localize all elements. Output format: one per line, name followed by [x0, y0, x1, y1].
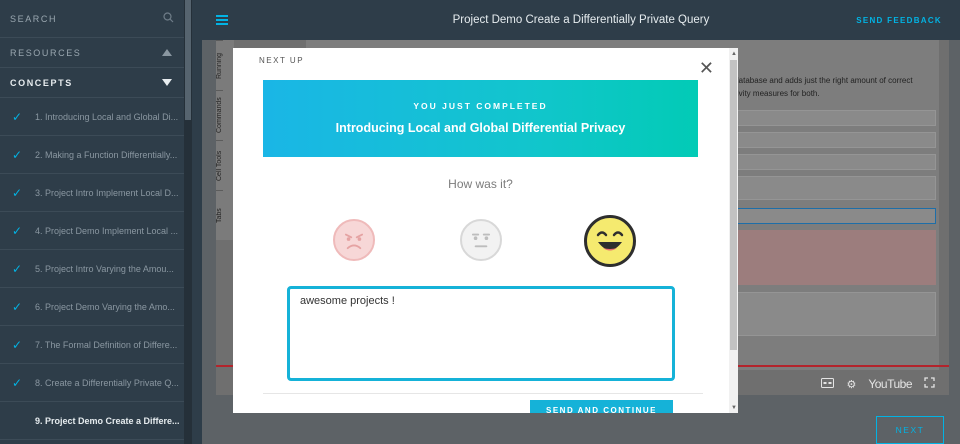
sidebar-resources[interactable]: RESOURCES	[0, 38, 192, 68]
side-tab-commands[interactable]: Commands	[216, 90, 223, 140]
happy-face-icon[interactable]	[584, 215, 636, 267]
checkmark-icon: ✓	[12, 147, 23, 162]
notebook-cell	[731, 132, 936, 148]
next-up-label: NEXT UP	[259, 56, 305, 65]
checkmark-icon: ✓	[12, 185, 23, 200]
lesson-list: ✓ 1. Introducing Local and Global Di... ✓ 2…	[0, 98, 192, 440]
lesson-label: 7. The Formal Definition of Differe...	[35, 339, 178, 350]
side-tab-tabs[interactable]: Tabs	[216, 190, 223, 240]
sidebar-search[interactable]: SEARCH	[0, 0, 192, 38]
notebook-cell	[731, 154, 936, 170]
rating-question: How was it?	[448, 177, 513, 191]
lesson-item[interactable]: ✓ 3. Project Intro Implement Local D...	[0, 174, 192, 212]
lesson-label: 3. Project Intro Implement Local D...	[35, 187, 179, 198]
lesson-label: 6. Project Demo Varying the Amo...	[35, 301, 175, 312]
lesson-item[interactable]: ✓ 6. Project Demo Varying the Amo...	[0, 288, 192, 326]
notebook-cell	[731, 176, 936, 200]
notebook-error-output	[731, 230, 936, 285]
youtube-logo[interactable]: YouTube	[868, 377, 912, 391]
notebook-cell	[731, 110, 936, 126]
lesson-item[interactable]: ✓ 7. The Formal Definition of Differe...	[0, 326, 192, 364]
modal-scrollbar[interactable]: ▲ ▼	[729, 48, 738, 413]
lesson-item[interactable]: ✓ 2. Making a Function Differentially...	[0, 136, 192, 174]
chevron-down-icon	[162, 79, 172, 86]
banner-kicker: YOU JUST COMPLETED	[413, 101, 548, 111]
notebook-text: r the database and adds just the right a…	[716, 76, 913, 98]
settings-gear-icon[interactable]: ⚙	[846, 378, 856, 391]
checkmark-icon: ✓	[12, 337, 23, 352]
neutral-face-icon[interactable]	[460, 219, 502, 261]
scroll-up-arrow-icon[interactable]: ▲	[731, 51, 737, 57]
lesson-label: 8. Create a Differentially Private Q...	[35, 377, 179, 388]
lesson-item[interactable]: ✓ 4. Project Demo Implement Local ...	[0, 212, 192, 250]
lesson-item[interactable]: ✓ 8. Create a Differentially Private Q...	[0, 364, 192, 402]
scroll-down-arrow-icon[interactable]: ▼	[731, 405, 737, 411]
lesson-item[interactable]: ✓ 5. Project Intro Varying the Amou...	[0, 250, 192, 288]
sidebar-concepts[interactable]: CONCEPTS	[0, 68, 192, 98]
checkmark-icon: ✓	[12, 223, 23, 238]
completed-lesson-title: Introducing Local and Global Differentia…	[335, 121, 626, 135]
notebook-cell-selected	[731, 208, 936, 224]
checkmark-icon: ✓	[12, 109, 23, 124]
lesson-label: 2. Making a Function Differentially...	[35, 149, 178, 160]
modal-scrollbar-thumb[interactable]	[730, 60, 737, 350]
resources-label: RESOURCES	[10, 47, 82, 58]
lesson-label: 5. Project Intro Varying the Amou...	[35, 263, 174, 274]
feedback-textarea[interactable]	[287, 286, 675, 381]
lesson-item[interactable]: ✓ 1. Introducing Local and Global Di...	[0, 98, 192, 136]
close-icon[interactable]: ✕	[699, 59, 714, 77]
header: Project Demo Create a Differentially Pri…	[202, 0, 960, 40]
lesson-label: 1. Introducing Local and Global Di...	[35, 111, 179, 122]
sad-face-icon[interactable]	[333, 219, 375, 261]
modal-footer-divider	[263, 393, 703, 394]
concepts-label: CONCEPTS	[10, 77, 73, 88]
side-tab-running[interactable]: Running	[216, 40, 223, 90]
send-feedback-link[interactable]: SEND FEEDBACK	[856, 16, 942, 25]
page-title: Project Demo Create a Differentially Pri…	[452, 14, 710, 26]
notebook-side-tabs: Running Commands Cell Tools Tabs	[216, 40, 234, 240]
checkmark-icon: ✓	[12, 261, 23, 276]
chevron-up-icon	[162, 49, 172, 56]
completion-modal: ✕ YOU JUST COMPLETED Introducing Local a…	[233, 48, 738, 413]
fullscreen-icon[interactable]	[924, 377, 935, 391]
lesson-label: 4. Project Demo Implement Local ...	[35, 225, 179, 236]
checkmark-icon: ✓	[12, 375, 23, 390]
send-and-continue-button[interactable]: SEND AND CONTINUE	[530, 400, 673, 413]
captions-icon[interactable]	[821, 377, 835, 391]
search-icon[interactable]	[163, 12, 174, 25]
video-controls: ⚙ YouTube	[821, 377, 935, 391]
notebook-cell	[731, 292, 936, 336]
side-tab-cell-tools[interactable]: Cell Tools	[216, 140, 223, 190]
scrollbar-thumb[interactable]	[185, 0, 191, 120]
sidebar-scrollbar[interactable]	[184, 0, 192, 444]
lesson-label: 9. Project Demo Create a Differe...	[35, 415, 180, 426]
lesson-item[interactable]: 9. Project Demo Create a Differe...	[0, 402, 192, 440]
search-label: SEARCH	[10, 13, 58, 24]
checkmark-icon: ✓	[12, 299, 23, 314]
completion-banner: YOU JUST COMPLETED Introducing Local and…	[263, 80, 698, 157]
sidebar: SEARCH RESOURCES CONCEPTS ✓ 1. Introducin…	[0, 0, 192, 444]
next-button[interactable]: NEXT	[876, 416, 944, 444]
